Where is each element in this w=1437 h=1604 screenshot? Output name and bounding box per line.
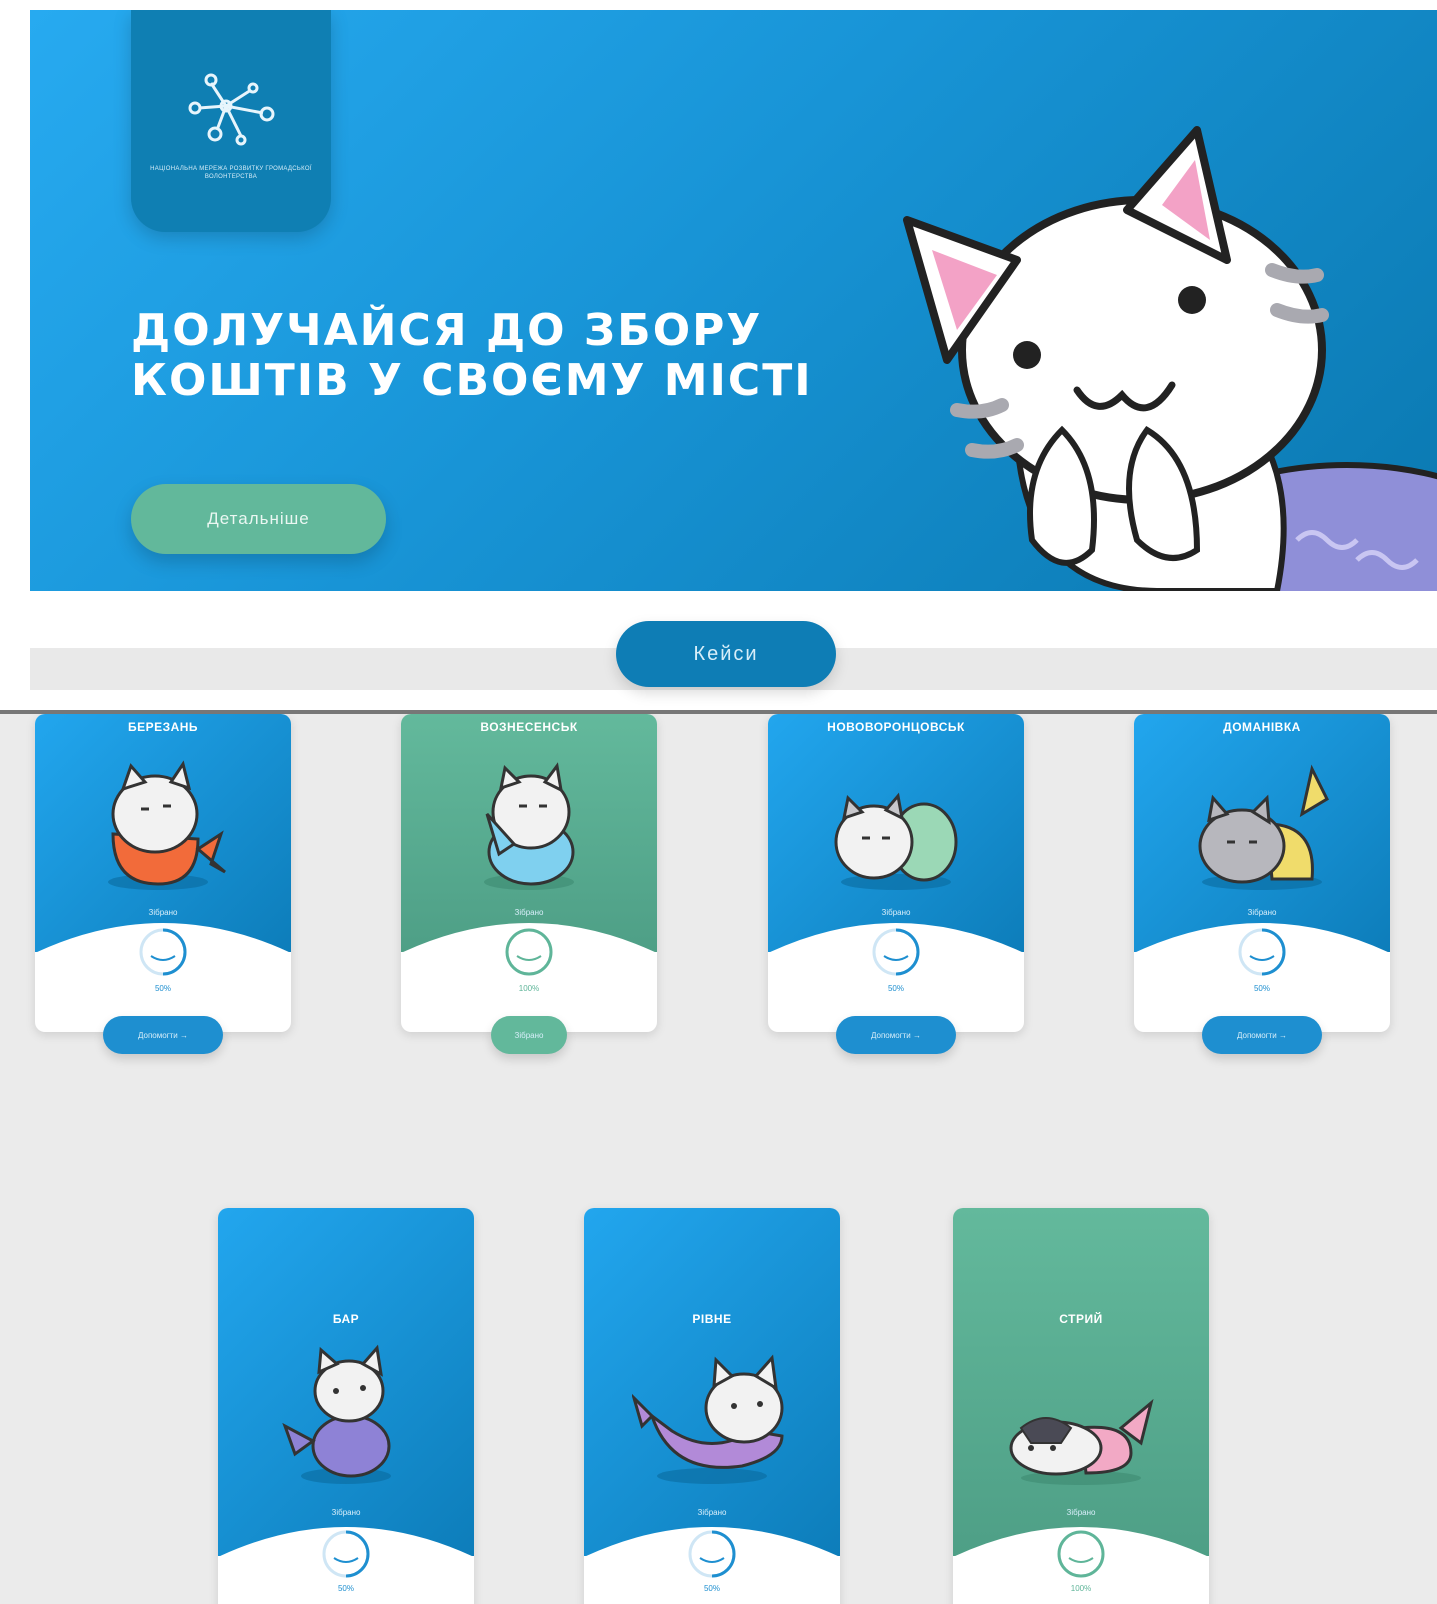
case-card-voznesensk[interactable]: ВОЗНЕСЕНСЬК Зібрано 100% Зібрано xyxy=(401,714,657,1054)
mermaid-cat-mascot xyxy=(632,1354,784,1484)
mermaid-cat-mascot xyxy=(282,1344,391,1484)
mermaid-cat-mascot xyxy=(108,760,226,890)
collected-label: Зібрано xyxy=(514,908,544,917)
progress-ring-icon xyxy=(1238,928,1286,976)
hero-banner: НАЦІОНАЛЬНА МЕРЕЖА РОЗВИТКУ ГРОМАДСЬКОЇ … xyxy=(30,10,1437,591)
logo-caption: НАЦІОНАЛЬНА МЕРЕЖА РОЗВИТКУ ГРОМАДСЬКОЇ … xyxy=(150,166,312,180)
collected-label: Зібрано xyxy=(331,1508,361,1517)
hero-title: ДОЛУЧАЙСЯ ДО ЗБОРУ КОШТІВ У СВОЄМУ МІСТІ xyxy=(131,306,851,406)
card-city: РІВНЕ xyxy=(692,1312,732,1326)
collected-label: Зібрано xyxy=(881,908,911,917)
progress-percent: 50% xyxy=(1253,984,1270,993)
case-card-berezan[interactable]: БЕРЕЗАНЬ Зібрано 50% Допомогти → xyxy=(35,714,291,1054)
progress-percent: 50% xyxy=(703,1584,720,1593)
hero-title-line-2: КОШТІВ У СВОЄМУ МІСТІ xyxy=(131,355,813,406)
collected-label: Зібрано xyxy=(1247,908,1277,917)
card-city: СТРИЙ xyxy=(1059,1312,1103,1326)
progress-percent: 100% xyxy=(518,984,540,993)
card-city: НОВОВОРОНЦОВСЬК xyxy=(827,720,965,734)
network-logo-icon xyxy=(188,73,275,146)
progress-ring-icon xyxy=(688,1530,736,1578)
mermaid-cat-mascot xyxy=(484,762,575,890)
logo-card[interactable]: НАЦІОНАЛЬНА МЕРЕЖА РОЗВИТКУ ГРОМАДСЬКОЇ … xyxy=(131,10,331,232)
progress-ring-icon xyxy=(505,928,553,976)
help-button[interactable]: Допомогти → xyxy=(103,1016,223,1054)
card-city: ДОМАНІВКА xyxy=(1223,720,1301,734)
card-city: ВОЗНЕСЕНСЬК xyxy=(480,720,578,734)
progress-ring-icon xyxy=(139,928,187,976)
mermaid-cat-mascot xyxy=(1198,764,1329,890)
case-card-rivne[interactable]: РІВНЕ Зібрано 50% xyxy=(584,1208,840,1604)
case-card-domanivka[interactable]: ДОМАНІВКА Зібрано 50% Допомогти → xyxy=(1134,714,1390,1054)
progress-ring-icon xyxy=(1057,1530,1105,1578)
progress-percent: 50% xyxy=(887,984,904,993)
mermaid-cat-mascot xyxy=(1009,1398,1154,1485)
case-card-bar[interactable]: БАР Зібрано 50% xyxy=(218,1208,474,1604)
mermaid-cat-mascot xyxy=(903,126,1437,591)
progress-ring-icon xyxy=(322,1530,370,1578)
cases-button[interactable]: Кейси xyxy=(616,621,836,687)
hero-title-line-1: ДОЛУЧАЙСЯ ДО ЗБОРУ xyxy=(131,305,763,356)
collected-label: Зібрано xyxy=(148,908,178,917)
mermaid-cat-mascot xyxy=(834,792,958,890)
card-city: БАР xyxy=(332,1312,360,1326)
progress-ring-icon xyxy=(872,928,920,976)
progress-percent: 50% xyxy=(154,984,171,993)
collected-label: Зібрано xyxy=(697,1508,727,1517)
collected-button[interactable]: Зібрано xyxy=(491,1016,567,1054)
progress-percent: 100% xyxy=(1070,1584,1092,1593)
help-button[interactable]: Допомогти → xyxy=(836,1016,956,1054)
progress-percent: 50% xyxy=(337,1584,354,1593)
collected-label: Зібрано xyxy=(1066,1508,1096,1517)
cases-grid: БЕРЕЗАНЬ Зібрано 50% Допомогти → ВОЗНЕСЕ… xyxy=(0,714,1437,1604)
details-button[interactable]: Детальніше xyxy=(131,484,386,554)
help-button[interactable]: Допомогти → xyxy=(1202,1016,1322,1054)
case-card-stryi[interactable]: СТРИЙ Зібрано 100% xyxy=(953,1208,1209,1604)
card-city: БЕРЕЗАНЬ xyxy=(127,720,199,734)
case-card-novovorontsovsk[interactable]: НОВОВОРОНЦОВСЬК Зібрано 50% Допомогти → xyxy=(768,714,1024,1054)
